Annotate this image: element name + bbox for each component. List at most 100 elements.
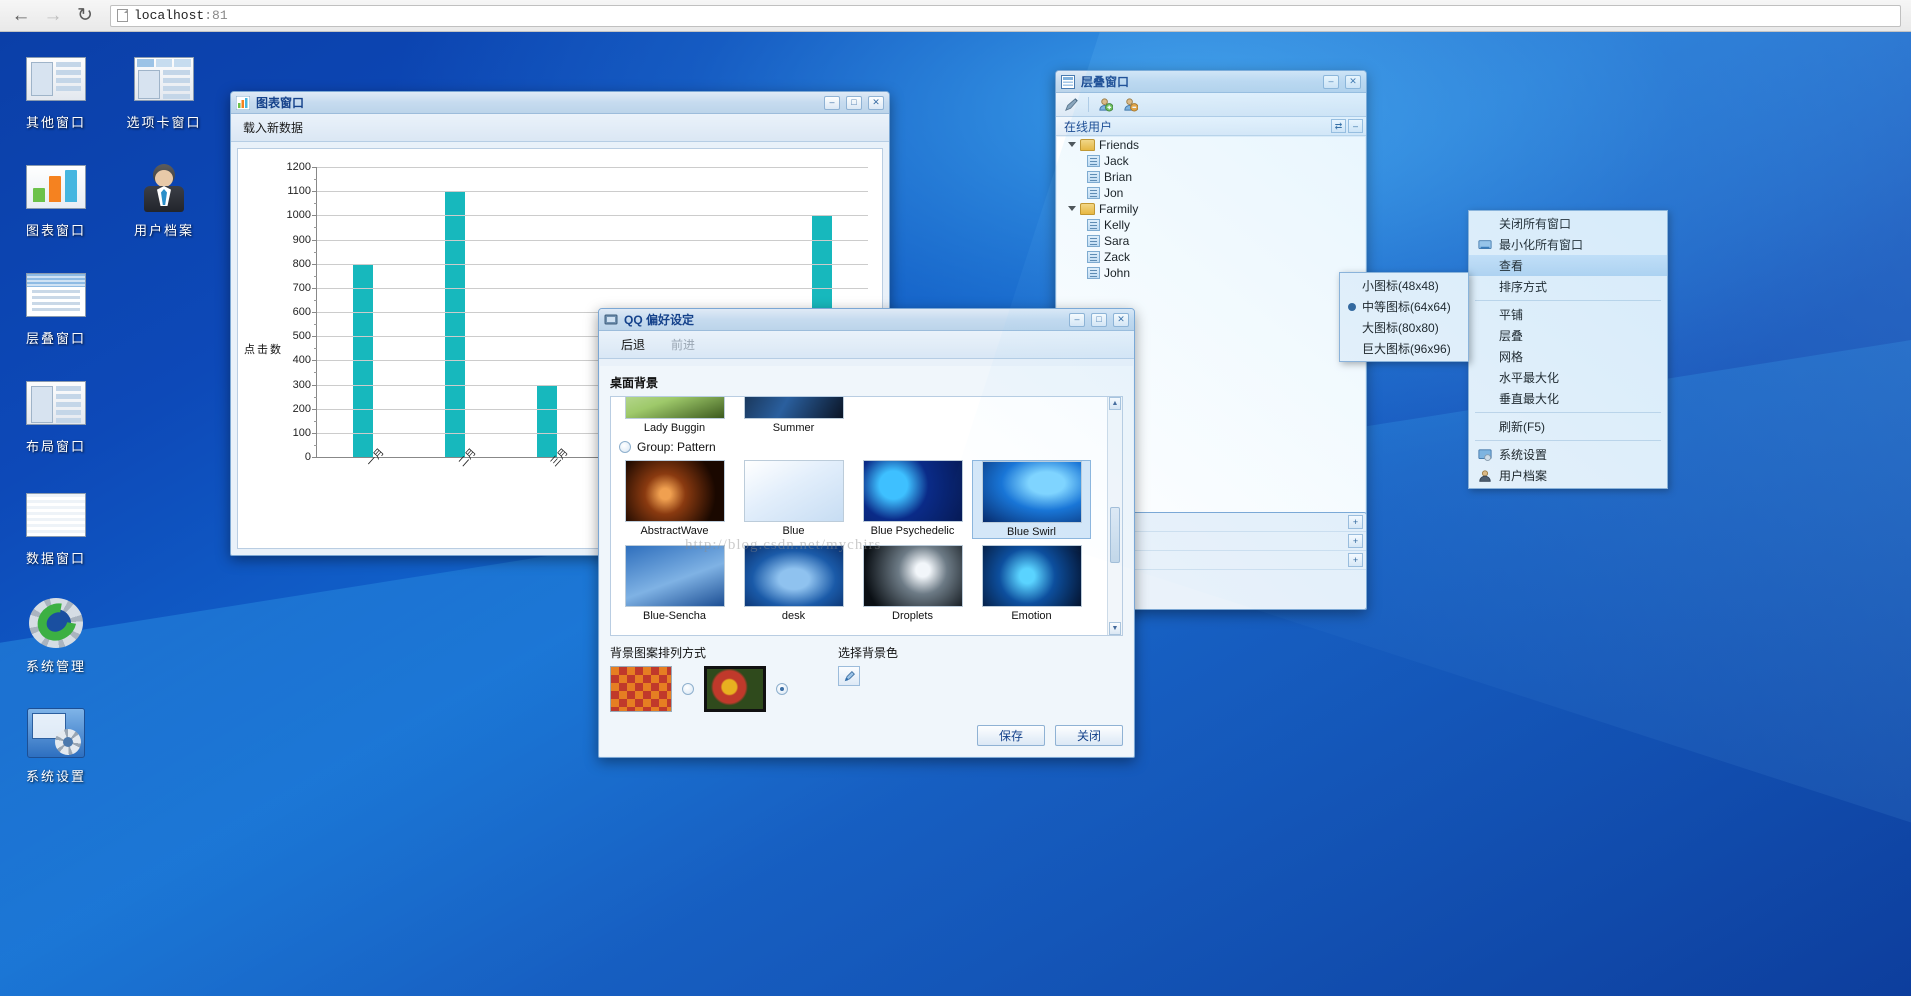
tree-item[interactable]: Jack [1057,153,1365,169]
desktop-icon-other-window[interactable]: 其他窗口 [2,54,110,131]
scroll-down-arrow[interactable]: ▼ [1109,622,1121,635]
group-pattern-row[interactable]: Group: Pattern [611,434,1122,460]
desktop-icon-system-manage[interactable]: 系统管理 [2,595,110,675]
expand-button[interactable]: + [1348,534,1363,548]
back-button[interactable]: 后退 [621,336,645,353]
picture-swatch[interactable] [704,666,766,712]
picture-radio[interactable] [776,683,788,695]
context-menu-item[interactable]: 查看 [1469,255,1667,276]
chevron-down-icon[interactable] [1067,205,1076,214]
context-menu-item[interactable]: 关闭所有窗口 [1469,213,1667,234]
context-menu-item[interactable]: 层叠 [1469,325,1667,346]
context-menu-item[interactable]: 系统设置 [1469,444,1667,465]
wallpaper-item[interactable]: Blue Swirl [972,460,1091,539]
maximize-button[interactable]: □ [846,95,862,110]
wallpaper-thumbnail[interactable] [981,461,1082,523]
desktop-context-menu[interactable]: 关闭所有窗口 最小化所有窗口 查看 排序方式平铺 层叠 网格 水平最大化 垂直最大化刷新(F5… [1468,210,1668,489]
context-menu-item[interactable]: 垂直最大化 [1469,388,1667,409]
bar[interactable] [536,384,557,457]
context-menu-item[interactable]: 网格 [1469,346,1667,367]
desktop-icon-system-settings[interactable]: 系统设置 [2,708,110,785]
scroll-up-arrow[interactable]: ▲ [1109,397,1121,410]
tree-item[interactable]: Jon [1057,185,1365,201]
wallpaper-thumbnail[interactable] [743,397,844,419]
pattern-swatch[interactable] [610,666,672,712]
context-menu-item[interactable]: 刷新(F5) [1469,416,1667,437]
tree-item[interactable]: Brian [1057,169,1365,185]
wallpaper-item[interactable]: AbstractWave [615,460,734,539]
view-submenu[interactable]: 小图标(48x48) 中等图标(64x64) 大图标(80x80) 巨大图标(96x9… [1339,272,1469,362]
desktop-icon-layered-window[interactable]: 层叠窗口 [2,270,110,347]
pattern-radio[interactable] [682,683,694,695]
close-button[interactable]: ✕ [1113,312,1129,327]
wallpaper-item[interactable]: desk [734,545,853,622]
context-menu-item[interactable]: 平铺 [1469,304,1667,325]
reload-icon[interactable]: ↻ [74,5,96,27]
close-button[interactable]: ✕ [868,95,884,110]
context-menu-item[interactable]: 最小化所有窗口 [1469,234,1667,255]
pencil-icon[interactable] [1063,96,1080,113]
bar[interactable] [444,191,465,457]
back-arrow-icon[interactable]: ← [10,5,32,27]
group-pattern-radio[interactable] [619,441,631,453]
context-menu-item[interactable]: 用户档案 [1469,465,1667,486]
remove-user-icon[interactable] [1122,96,1139,113]
collapse-button[interactable]: – [1348,119,1363,133]
desktop-icon-user-profile[interactable]: 用户档案 [110,162,218,239]
close-button[interactable]: ✕ [1345,74,1361,89]
tree-group[interactable]: Friends [1057,137,1365,153]
close-dialog-button[interactable]: 关闭 [1055,725,1123,746]
desktop-icon-layout-window[interactable]: 布局窗口 [2,378,110,455]
load-new-data-button[interactable]: 载入新数据 [243,119,303,136]
forward-arrow-icon[interactable]: → [42,5,64,27]
desktop-icon-chart-window[interactable]: 图表窗口 [2,162,110,239]
wallpaper-thumbnail[interactable] [981,545,1082,607]
refresh-button[interactable]: ⇄ [1331,119,1346,133]
expand-button[interactable]: + [1348,515,1363,529]
save-button[interactable]: 保存 [977,725,1045,746]
view-submenu-item[interactable]: 小图标(48x48) [1340,275,1468,296]
wallpaper-thumbnail[interactable] [743,545,844,607]
view-submenu-item[interactable]: 大图标(80x80) [1340,317,1468,338]
wallpaper-scrollbar[interactable]: ▲ ▼ [1107,397,1122,635]
desktop-icon-data-window[interactable]: 数据窗口 [2,490,110,567]
minimize-button[interactable]: – [1069,312,1085,327]
wallpaper-thumbnail[interactable] [624,545,725,607]
desktop[interactable]: 其他窗口 图表窗口 层叠窗口 布局窗口 数据窗口 系统管理 系统设置 选项卡窗口… [0,32,1911,996]
context-menu-item[interactable]: 排序方式 [1469,276,1667,297]
wallpaper-item[interactable]: Summer [734,397,853,434]
tree-item[interactable]: Sara [1057,233,1365,249]
tree-item[interactable]: Kelly [1057,217,1365,233]
wallpaper-item[interactable]: Blue Psychedelic [853,460,972,539]
chevron-down-icon[interactable] [1067,141,1076,150]
minimize-button[interactable]: – [1323,74,1339,89]
wallpaper-item[interactable]: Lady Buggin [615,397,734,434]
wallpaper-item[interactable]: Emotion [972,545,1091,622]
address-bar[interactable]: localhost:81 [110,4,1901,27]
chart-window-titlebar[interactable]: 图表窗口 – □ ✕ [231,92,889,114]
tree-group[interactable]: Farmily [1057,201,1365,217]
wallpaper-thumbnail[interactable] [624,397,725,419]
wallpaper-item[interactable]: Blue [734,460,853,539]
preferences-titlebar[interactable]: QQ 偏好设定 – □ ✕ [599,309,1134,331]
context-menu-item[interactable]: 水平最大化 [1469,367,1667,388]
view-submenu-item[interactable]: 中等图标(64x64) [1340,296,1468,317]
wallpaper-thumbnail[interactable] [743,460,844,522]
tree-item[interactable]: Zack [1057,249,1365,265]
tree-item[interactable]: John [1057,265,1365,281]
preferences-dialog[interactable]: QQ 偏好设定 – □ ✕ 后退 前进 桌面背景 http://blog.csd… [598,308,1135,758]
view-submenu-item[interactable]: 巨大图标(96x96) [1340,338,1468,359]
wallpaper-list[interactable]: http://blog.csdn.net/mychirs Lady Buggin… [610,396,1123,636]
expand-button[interactable]: + [1348,553,1363,567]
color-picker-icon[interactable] [838,666,860,686]
scrollbar-thumb[interactable] [1110,507,1120,563]
layered-window-titlebar[interactable]: 层叠窗口 – ✕ [1056,71,1366,93]
wallpaper-thumbnail[interactable] [862,545,963,607]
maximize-button[interactable]: □ [1091,312,1107,327]
wallpaper-thumbnail[interactable] [862,460,963,522]
wallpaper-thumbnail[interactable] [624,460,725,522]
desktop-icon-tab-window[interactable]: 选项卡窗口 [110,54,218,131]
wallpaper-item[interactable]: Blue-Sencha [615,545,734,622]
wallpaper-item[interactable]: Droplets [853,545,972,622]
add-user-icon[interactable] [1097,96,1114,113]
